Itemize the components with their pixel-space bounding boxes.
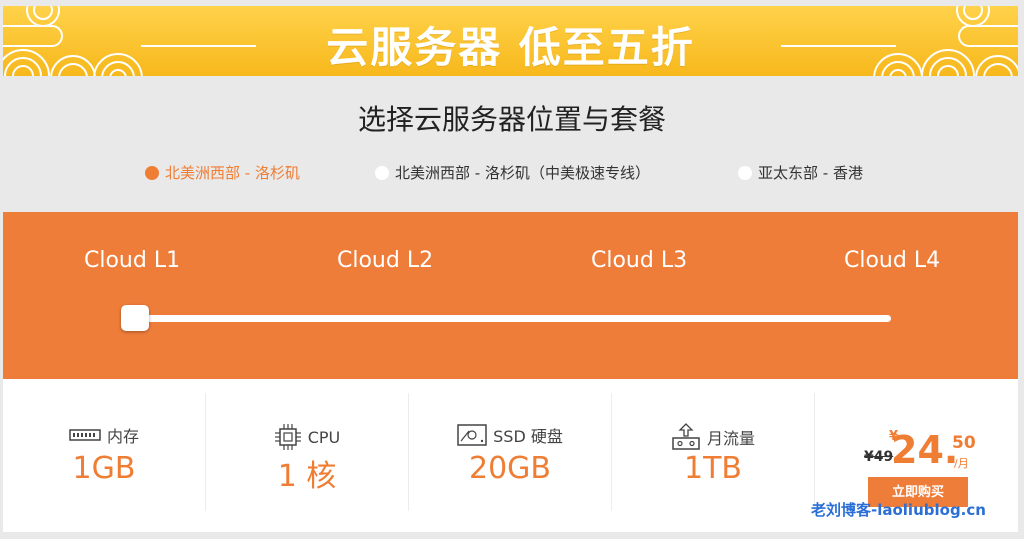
region-label: 北美洲西部 - 洛杉矶: [165, 164, 300, 182]
spec-label: 内存: [106, 427, 139, 446]
spec-value: 1TB: [684, 451, 742, 486]
spec-value: 1GB: [72, 451, 136, 486]
plan-slider-panel: Cloud L1 Cloud L2 Cloud L3 Cloud L4: [3, 212, 1018, 379]
radio-dot-icon: [738, 165, 752, 180]
region-label: 北美洲西部 - 洛杉矶（中美极速专线）: [395, 164, 650, 182]
page-title: 选择云服务器位置与套餐: [357, 103, 666, 136]
plan-label-l2[interactable]: Cloud L2: [337, 248, 433, 273]
price-box: ¥49 ¥ 24. 50 /月 立即购买: [815, 393, 1018, 511]
region-option-hk[interactable]: 亚太东部 - 香港: [738, 162, 863, 183]
price-decimal: 50: [952, 433, 976, 453]
spec-memory: 内存 1GB: [3, 393, 206, 511]
region-option-la-cn2[interactable]: 北美洲西部 - 洛杉矶（中美极速专线）: [375, 162, 650, 183]
spec-label: CPU: [307, 427, 341, 447]
spec-value: 1 核: [277, 459, 337, 494]
old-price: ¥49: [864, 449, 894, 465]
promo-banner[interactable]: 云服务器 低至五折: [3, 6, 1018, 76]
spec-traffic: 月流量 1TB: [612, 393, 815, 511]
region-option-la[interactable]: 北美洲西部 - 洛杉矶: [145, 162, 300, 183]
region-selector: 北美洲西部 - 洛杉矶 北美洲西部 - 洛杉矶（中美极速专线） 亚太东部 - 香…: [0, 162, 1024, 184]
price-period: /月: [954, 457, 969, 470]
watermark: 老刘博客-laoliublog.cn: [811, 501, 986, 519]
radio-dot-icon: [375, 165, 389, 180]
ssd-icon: [457, 424, 487, 446]
plan-label-l3[interactable]: Cloud L3: [591, 248, 687, 273]
spec-cpu: CPU 1 核: [206, 393, 409, 511]
price-integer: 24.: [891, 428, 959, 472]
spec-ssd: SSD 硬盘 20GB: [409, 393, 612, 511]
spec-label: 月流量: [706, 429, 755, 448]
radio-dot-icon: [145, 165, 159, 180]
region-label: 亚太东部 - 香港: [758, 164, 863, 182]
memory-icon: [69, 429, 101, 441]
spec-value: 20GB: [468, 451, 551, 486]
traffic-icon: [672, 423, 700, 450]
plan-label-l1[interactable]: Cloud L1: [84, 248, 180, 273]
plan-slider-handle[interactable]: [121, 305, 149, 331]
plan-slider-track[interactable]: [131, 315, 891, 322]
banner-title: 云服务器 低至五折: [326, 23, 695, 72]
spec-label: SSD 硬盘: [493, 427, 563, 446]
plan-label-l4[interactable]: Cloud L4: [844, 248, 940, 273]
page: 云服务器 低至五折 选择云服务器位置与套餐 北美洲西部 - 洛杉矶 北美洲西部 …: [0, 0, 1024, 539]
cpu-icon: [274, 424, 301, 450]
